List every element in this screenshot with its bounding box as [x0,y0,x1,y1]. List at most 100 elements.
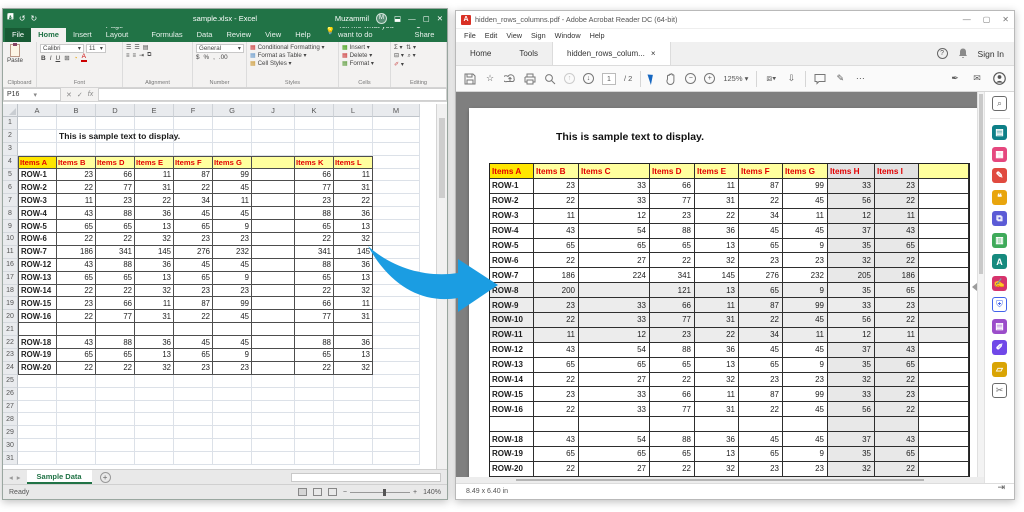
cell[interactable] [96,143,135,156]
cell[interactable] [174,426,213,439]
cell[interactable] [334,130,373,143]
cell[interactable] [334,117,373,130]
font-color-button[interactable]: A [81,54,87,62]
tab-document[interactable]: hidden_rows_colum... × [552,42,671,65]
cell[interactable] [252,336,295,349]
star-icon[interactable]: ☆ [484,73,496,85]
cell[interactable] [18,413,57,426]
cell[interactable] [373,426,420,439]
cell[interactable] [18,143,57,156]
cell[interactable] [295,130,334,143]
cell[interactable]: 43 [57,207,96,220]
italic-button[interactable]: I [49,55,53,62]
cell[interactable] [174,388,213,401]
indent-icon[interactable]: ⇥ [139,52,145,59]
organize-pages-icon[interactable]: ▥ [992,233,1007,248]
cell[interactable] [174,117,213,130]
cell[interactable] [373,233,420,246]
cell[interactable]: 45 [174,336,213,349]
cell[interactable] [252,452,295,465]
cell[interactable] [373,439,420,452]
cell[interactable]: 36 [334,207,373,220]
cell[interactable] [295,143,334,156]
cell[interactable]: 66 [96,297,135,310]
cell[interactable]: 45 [213,207,252,220]
cell[interactable] [213,323,252,336]
comma-button[interactable]: , [213,54,215,61]
cell[interactable]: 88 [295,207,334,220]
row-header-5[interactable]: 5 [3,169,18,182]
cell[interactable]: 77 [295,181,334,194]
zoom-level[interactable]: 140% [423,489,441,496]
cell[interactable] [334,401,373,414]
cell[interactable]: 45 [213,310,252,323]
scan-ocr-icon[interactable]: A [992,254,1007,269]
cell[interactable]: 65 [174,272,213,285]
row-header-21[interactable]: 21 [3,323,18,336]
row-header-6[interactable]: 6 [3,181,18,194]
cell[interactable]: Items D [96,156,135,169]
cell[interactable]: 88 [96,259,135,272]
cell[interactable] [252,297,295,310]
cell[interactable] [135,401,174,414]
cell[interactable]: 23 [213,362,252,375]
cell[interactable] [334,388,373,401]
sheet-nav-left-icon[interactable]: ◂ [9,473,13,482]
cell[interactable] [252,259,295,272]
cell[interactable]: 45 [213,181,252,194]
cell[interactable]: ROW-3 [18,194,57,207]
stamp-icon[interactable]: ▱ [992,362,1007,377]
pencil-icon[interactable]: ✎ [834,73,846,85]
cell[interactable]: 13 [135,272,174,285]
cell[interactable] [373,143,420,156]
column-header-E[interactable]: E [135,104,174,117]
ribbon-tab-review[interactable]: Review [219,28,258,42]
column-header-D[interactable]: D [96,104,135,117]
cell[interactable]: 23 [213,233,252,246]
cell[interactable]: 22 [96,285,135,298]
cell[interactable]: 66 [295,297,334,310]
cell[interactable]: 232 [213,246,252,259]
cell[interactable] [18,439,57,452]
cell[interactable]: 65 [174,220,213,233]
cell[interactable]: 32 [334,233,373,246]
cell[interactable] [373,388,420,401]
cell[interactable]: 11 [135,297,174,310]
normal-view-icon[interactable] [298,488,307,496]
ribbon-tab-home[interactable]: Home [31,28,66,42]
cell[interactable] [373,207,420,220]
cell[interactable]: 65 [57,220,96,233]
paste-button[interactable]: Paste [6,44,24,64]
page-layout-view-icon[interactable] [313,488,322,496]
cell[interactable]: 99 [213,169,252,182]
delete-cells-button[interactable]: ▦ Delete ▾ [342,52,387,59]
cell[interactable] [18,117,57,130]
close-button[interactable]: ✕ [437,14,443,23]
cell[interactable]: 88 [295,259,334,272]
more-tools-icon[interactable]: ⋯ [854,73,866,85]
number-format-select[interactable]: General▾ [196,44,244,53]
cell[interactable] [213,426,252,439]
cell[interactable]: 23 [96,194,135,207]
cell[interactable]: 13 [135,349,174,362]
cell[interactable] [57,452,96,465]
sort-button[interactable]: ⇅ [406,44,411,51]
row-header-2[interactable]: 2 [3,130,18,143]
search-tool-icon[interactable]: ⌕ [992,96,1007,111]
cell[interactable]: 145 [135,246,174,259]
cell[interactable] [135,375,174,388]
cell-styles-button[interactable]: ▦ Cell Styles ▾ [250,60,335,67]
font-size-select[interactable]: 11▾ [86,44,106,53]
cell[interactable] [57,323,96,336]
cell[interactable]: 9 [213,349,252,362]
column-header-L[interactable]: L [334,104,373,117]
cell[interactable] [18,426,57,439]
currency-button[interactable]: $ [196,54,200,61]
cell[interactable]: 65 [174,349,213,362]
cell[interactable]: 186 [57,246,96,259]
align-left-icon[interactable]: ≡ [126,53,131,59]
column-header-K[interactable]: K [295,104,334,117]
enter-icon[interactable]: ✓ [77,91,83,99]
cell[interactable]: 31 [334,310,373,323]
row-header-30[interactable]: 30 [3,439,18,452]
